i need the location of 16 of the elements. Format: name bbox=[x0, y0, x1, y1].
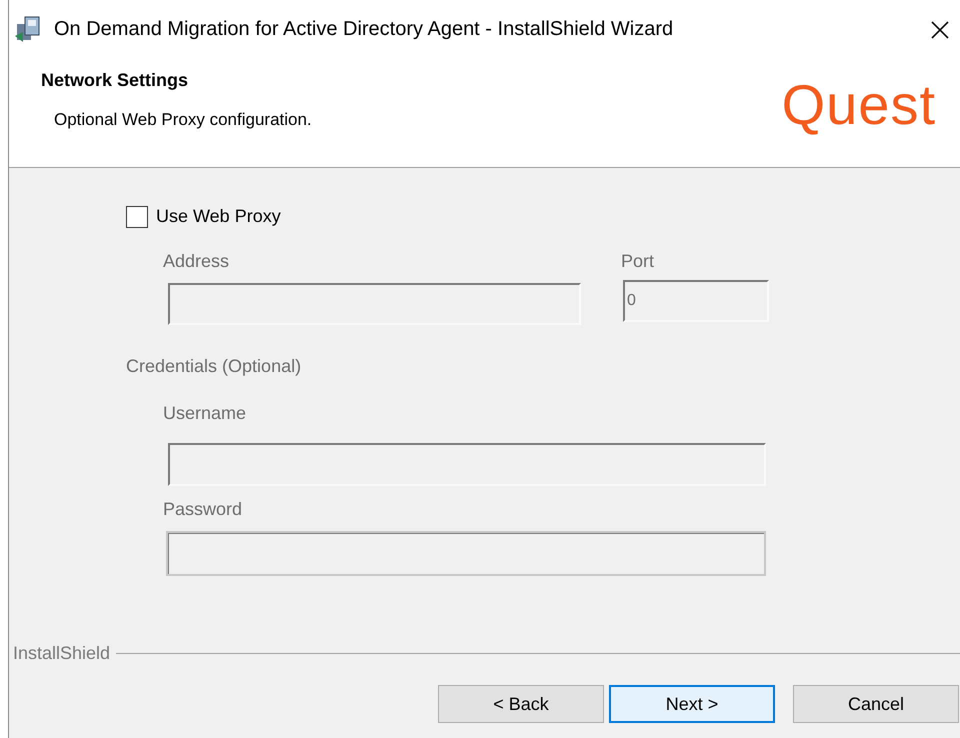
field-label: Address bbox=[163, 250, 230, 273]
close-icon[interactable] bbox=[930, 20, 950, 40]
checkbox[interactable] bbox=[126, 206, 148, 228]
field-label: Username bbox=[163, 402, 246, 425]
window-title: On Demand Migration for Active Directory Agent - InstallShield Wizard bbox=[54, 17, 674, 42]
field-label: Password bbox=[163, 498, 242, 521]
page-title: Network Settings bbox=[41, 69, 190, 92]
wizard-button[interactable]: Cancel bbox=[793, 685, 959, 723]
section-label: Credentials (Optional) bbox=[126, 355, 302, 378]
page-subtitle: Optional Web Proxy configuration. bbox=[54, 109, 312, 131]
quest-logo: Quest bbox=[782, 74, 936, 136]
checkbox-label[interactable]: Use Web Proxy bbox=[156, 203, 281, 230]
footer-brand: InstallShield bbox=[13, 642, 110, 665]
wizard-button[interactable]: < Back bbox=[438, 685, 604, 723]
wizard-button[interactable]: Next > bbox=[609, 685, 775, 723]
field-label: Port bbox=[621, 250, 656, 273]
